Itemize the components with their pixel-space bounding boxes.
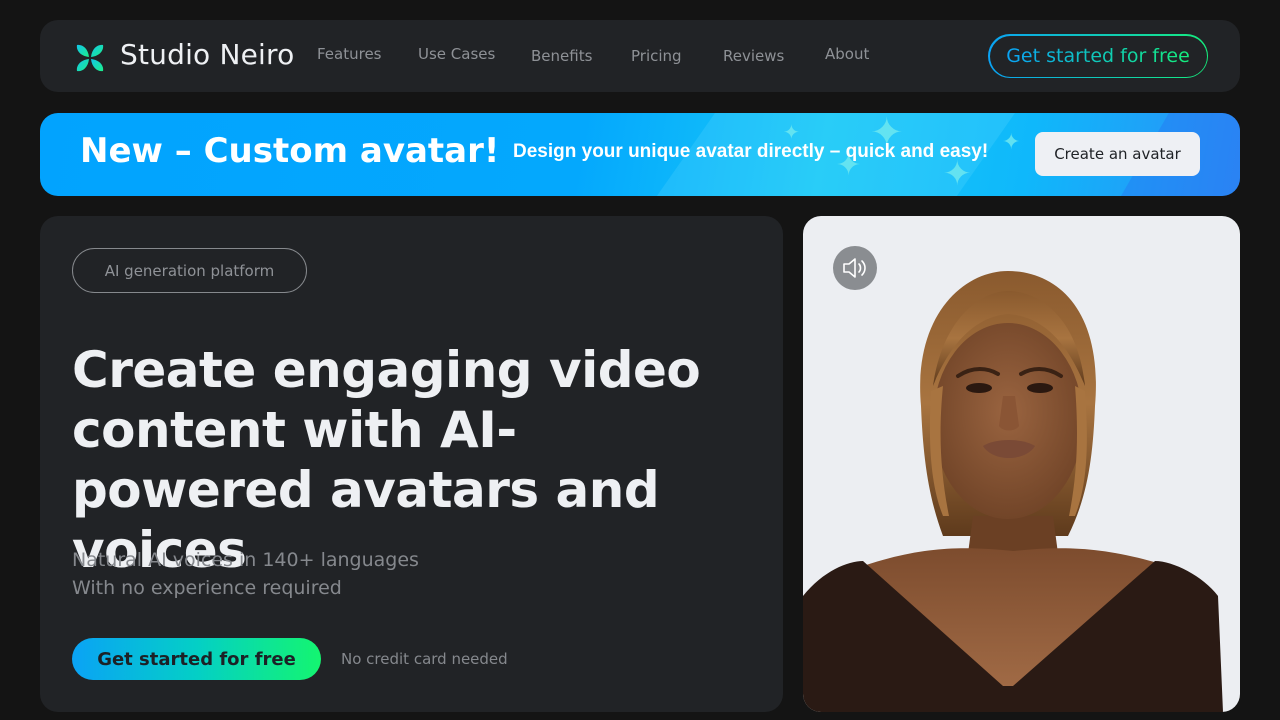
promo-banner: New – Custom avatar! ✦ ✦ ✦ ✦ ✦ Design yo…: [40, 113, 1240, 196]
sparkle-icon: ✦: [783, 122, 800, 144]
avatar-portrait: [803, 271, 1223, 712]
sparkle-icon: ✦: [1002, 129, 1021, 154]
nav-item-features[interactable]: Features: [317, 45, 382, 63]
nav-item-reviews[interactable]: Reviews: [723, 47, 784, 65]
nav-item-about[interactable]: About: [825, 45, 869, 63]
platform-tag: AI generation platform: [72, 248, 307, 293]
no-credit-card-note: No credit card needed: [341, 650, 508, 668]
avatar-video-player[interactable]: [803, 216, 1240, 712]
hero-subtitle-line-1: Natural AI voices in 140+ languages: [72, 549, 419, 571]
nav-get-started-button[interactable]: Get started for free: [988, 34, 1208, 78]
brand-name[interactable]: Studio Neiro: [120, 38, 294, 71]
banner-title: New – Custom avatar!: [80, 131, 500, 171]
nav-item-use-cases[interactable]: Use Cases: [418, 45, 495, 63]
top-navigation: Studio Neiro Features Use Cases Benefits…: [40, 20, 1240, 92]
hero-subtitle: Natural AI voices in 140+ languages With…: [72, 546, 419, 602]
nav-item-benefits[interactable]: Benefits: [531, 47, 592, 65]
nav-get-started-button-inner: Get started for free: [989, 35, 1207, 77]
brand-logo-icon[interactable]: [74, 42, 106, 74]
nav-get-started-label: Get started for free: [1006, 45, 1190, 67]
create-avatar-button[interactable]: Create an avatar: [1035, 132, 1200, 176]
nav-item-pricing[interactable]: Pricing: [631, 47, 682, 65]
hero-headline: Create engaging video content with AI-po…: [72, 341, 701, 579]
sound-toggle-button[interactable]: [833, 246, 877, 290]
hero-subtitle-line-2: With no experience required: [72, 577, 342, 599]
hero-card: AI generation platform Create engaging v…: [40, 216, 783, 712]
banner-description: Design your unique avatar directly – qui…: [513, 141, 989, 162]
speaker-volume-icon: [843, 258, 866, 278]
hero-get-started-button[interactable]: Get started for free: [72, 638, 321, 680]
